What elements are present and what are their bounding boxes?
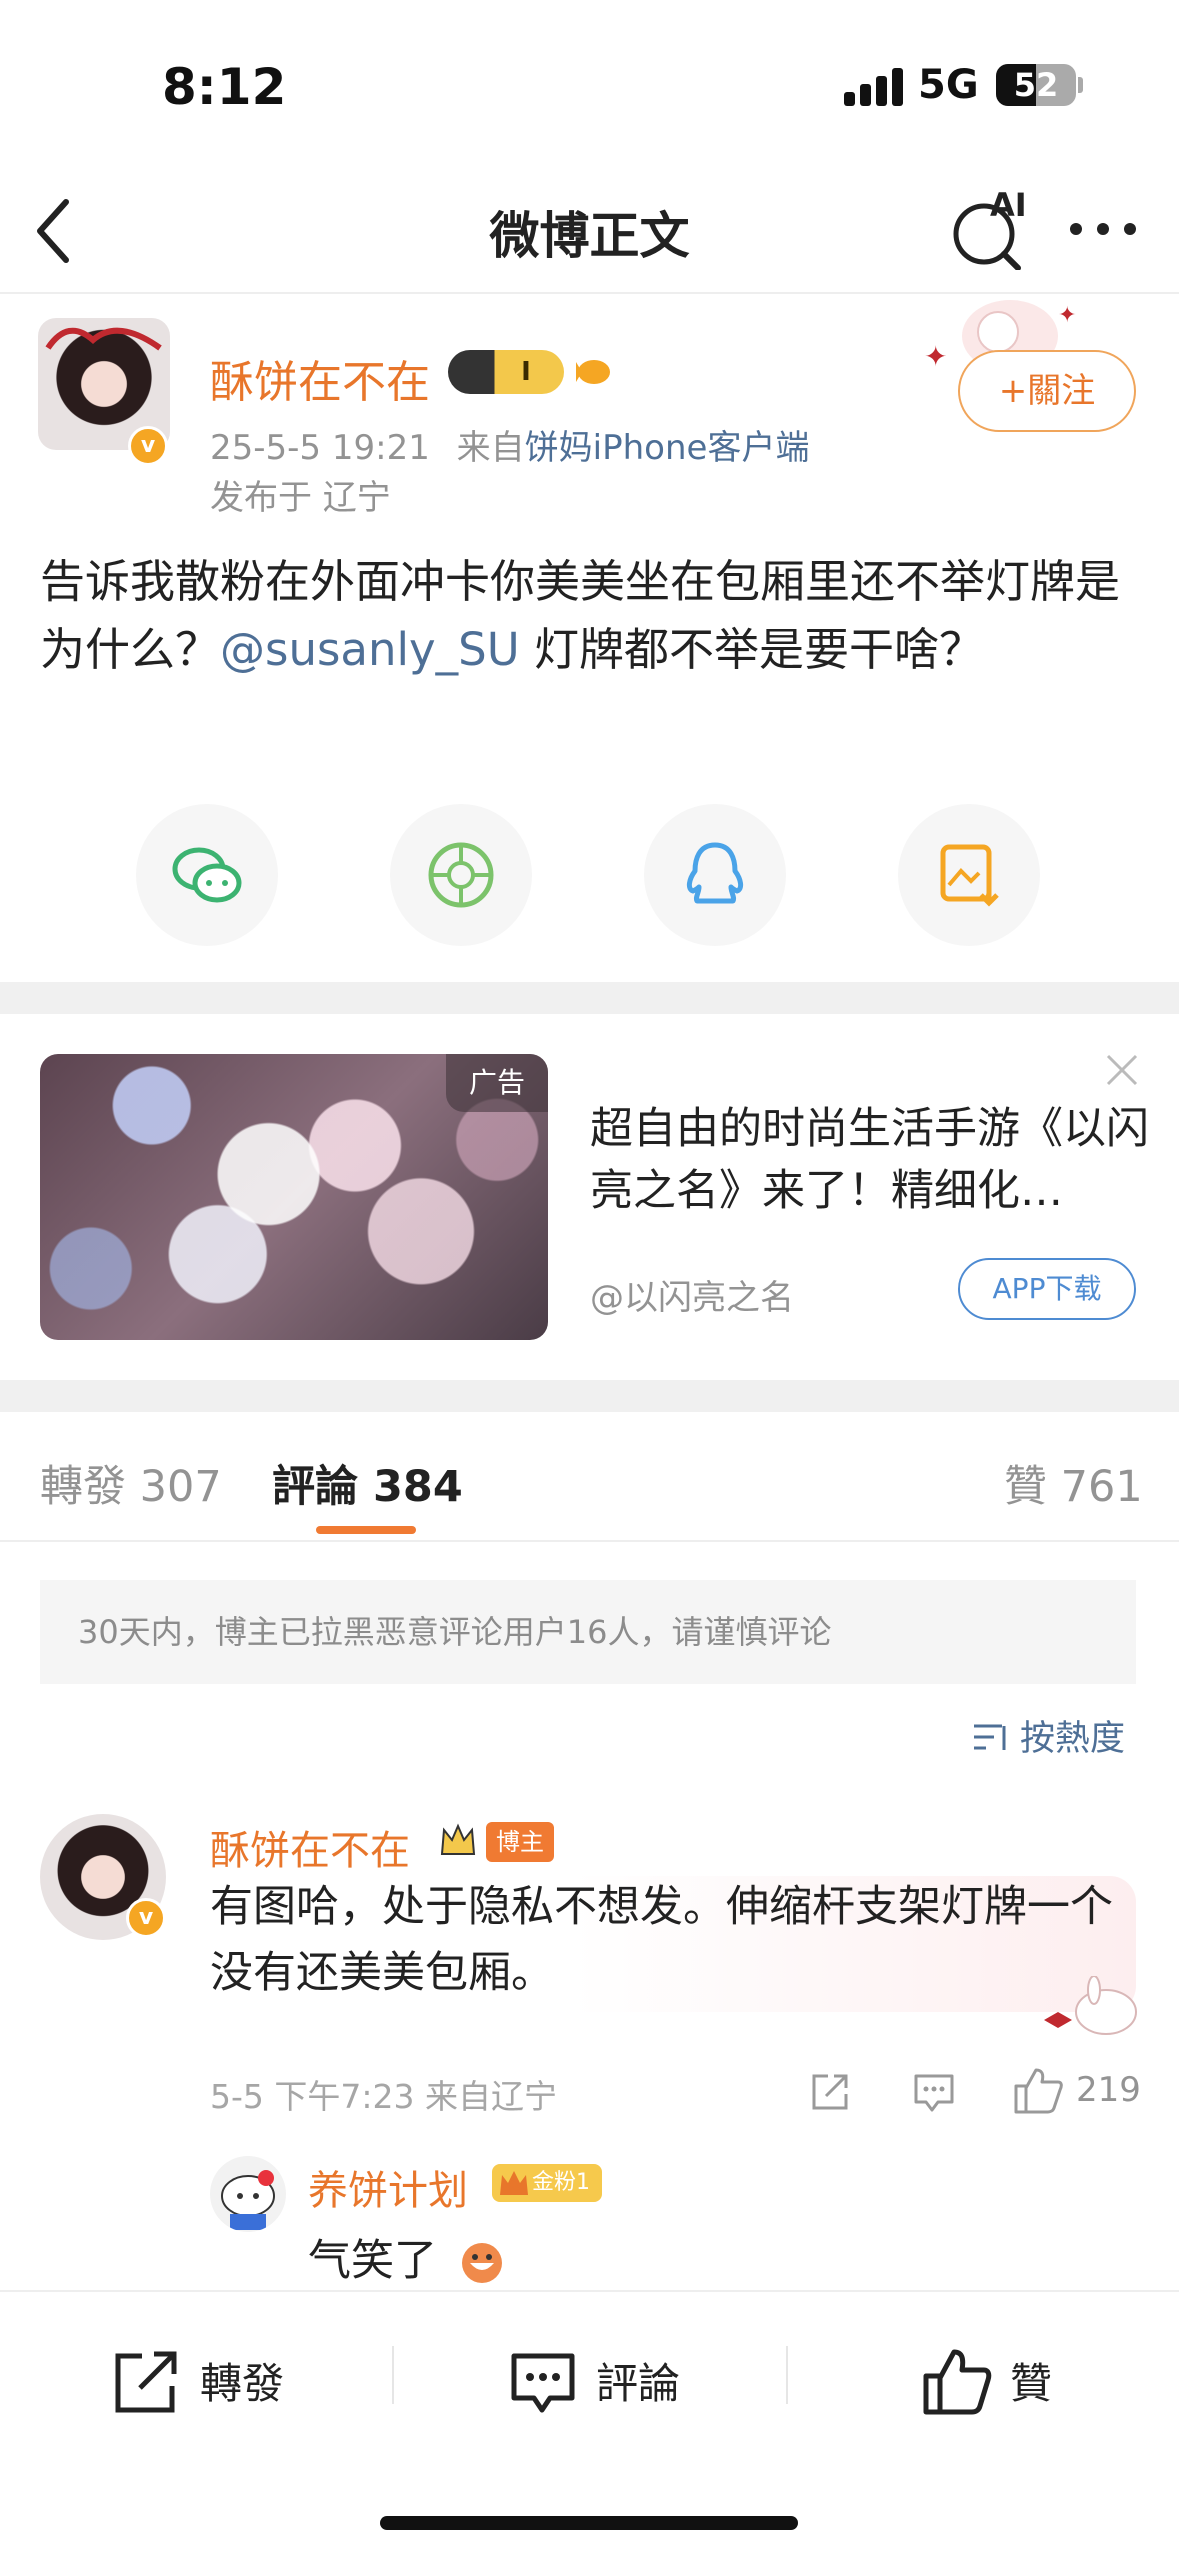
comment-icon xyxy=(511,2353,575,2413)
ai-search-button[interactable]: AI xyxy=(950,186,1030,271)
section-separator xyxy=(0,982,1179,1014)
tab-repost-label: 轉發 xyxy=(40,1462,126,1512)
share-qq-button[interactable] xyxy=(644,804,786,946)
bottom-repost-label: 轉發 xyxy=(200,2359,285,2408)
svg-text:✦: ✦ xyxy=(1058,303,1076,328)
bottom-bar-divider xyxy=(0,2290,1179,2292)
sort-button[interactable]: 按熱度 xyxy=(972,1710,1125,1761)
reply-text-content: 气笑了 xyxy=(308,2236,437,2286)
bunny-sticker xyxy=(1044,1976,1137,2035)
comment-reply-button[interactable] xyxy=(912,2070,956,2114)
qq-icon xyxy=(686,842,744,904)
share-moments-button[interactable] xyxy=(390,804,532,946)
verified-badge: v xyxy=(128,426,168,466)
post-location: 发布于 辽宁 xyxy=(210,478,391,518)
tab-like-count: 761 xyxy=(1060,1462,1143,1512)
tab-like[interactable]: 贊 761 xyxy=(1004,1452,1143,1514)
signal-icon xyxy=(844,66,904,106)
battery-icon: 52 xyxy=(996,64,1076,106)
tab-comment-count: 384 xyxy=(372,1462,463,1512)
comment-share-button[interactable] xyxy=(808,2070,852,2114)
save-image-icon xyxy=(940,844,999,907)
repost-icon xyxy=(115,2351,177,2413)
source-prefix: 来自 xyxy=(456,428,525,468)
follow-button[interactable]: +關注 xyxy=(958,350,1136,432)
tab-repost[interactable]: 轉發 307 xyxy=(40,1452,222,1514)
comment-like-button[interactable] xyxy=(1012,2064,1064,2116)
bottom-divider xyxy=(392,2346,394,2404)
comment-username[interactable]: 酥饼在不在 xyxy=(210,1818,410,1876)
share-icon xyxy=(812,2074,848,2110)
ad-handle[interactable]: @以闪亮之名 xyxy=(590,1270,794,1319)
network-type: 5G xyxy=(918,62,979,108)
verified-badge: v xyxy=(126,1898,166,1938)
member-level: I xyxy=(521,357,531,387)
tab-like-label: 贊 xyxy=(1004,1462,1047,1512)
svg-text:✦: ✦ xyxy=(924,340,947,373)
fan-badge: 金粉1 xyxy=(492,2164,602,2202)
post-meta: 25-5-5 19:21 来自饼妈iPhone客户端 xyxy=(210,420,809,469)
bottom-repost-button[interactable]: 轉發 xyxy=(112,2344,284,2424)
comment-text: 有图哈，处于隐私不想发。伸缩杆支架灯牌一个没有还美美包厢。 xyxy=(210,1882,1113,1998)
ai-label: AI xyxy=(990,186,1027,224)
moments-icon xyxy=(428,842,494,908)
nav-divider xyxy=(0,292,1179,294)
crown-icon xyxy=(440,1823,476,1855)
wechat-icon xyxy=(172,847,242,903)
bottom-like-button[interactable]: 贊 xyxy=(922,2344,1052,2424)
fan-badge-label: 金粉1 xyxy=(532,2170,590,2195)
reply-avatar[interactable] xyxy=(210,2156,286,2232)
thumbs-up-icon xyxy=(923,2349,992,2415)
crown-icon xyxy=(500,2171,528,2195)
post-body: 告诉我散粉在外面冲卡你美美坐在包厢里还不举灯牌是为什么？@susanly_SU … xyxy=(40,548,1140,684)
more-dots-icon xyxy=(1070,223,1136,235)
tabs-divider xyxy=(0,1540,1179,1542)
bottom-divider xyxy=(786,2346,788,2404)
sort-label: 按熱度 xyxy=(1020,1719,1126,1759)
bow-decoration xyxy=(45,327,162,351)
bottom-like-label: 贊 xyxy=(1010,2359,1053,2408)
ad-close-button[interactable] xyxy=(1102,1050,1142,1090)
bottom-comment-label: 評論 xyxy=(596,2359,681,2408)
share-wechat-button[interactable] xyxy=(136,804,278,946)
battery-level: 52 xyxy=(1013,66,1059,104)
comment-icon xyxy=(914,2074,954,2112)
fish-icon xyxy=(576,360,610,384)
reply-username[interactable]: 养饼计划 xyxy=(308,2158,468,2216)
reply-text: 气笑了 xyxy=(308,2226,507,2288)
close-icon xyxy=(1106,1054,1138,1086)
ad-tag: 广告 xyxy=(446,1054,548,1112)
tab-repost-count: 307 xyxy=(139,1462,222,1512)
post-source[interactable]: 饼妈iPhone客户端 xyxy=(525,428,810,468)
mention-link[interactable]: @susanly_SU xyxy=(220,623,520,676)
tab-comment-label: 評論 xyxy=(272,1462,358,1512)
more-button[interactable] xyxy=(1068,214,1138,244)
thumbs-up-icon xyxy=(1014,2068,1063,2114)
home-indicator xyxy=(380,2516,798,2530)
host-badge: 博主 xyxy=(486,1822,554,1862)
active-tab-indicator xyxy=(316,1526,416,1534)
app-download-button[interactable]: APP下载 xyxy=(958,1258,1136,1320)
ad-title[interactable]: 超自由的时尚生活手游《以闪亮之名》来了！精细化… xyxy=(590,1098,1150,1222)
section-separator xyxy=(0,1380,1179,1412)
bottom-comment-button[interactable]: 評論 xyxy=(508,2344,680,2424)
status-time: 8:12 xyxy=(162,58,287,116)
member-badge[interactable]: I xyxy=(448,350,564,394)
comment-meta: 5-5 下午7:23 来自辽宁 xyxy=(210,2077,557,2116)
battery-tip xyxy=(1078,77,1083,93)
save-image-button[interactable] xyxy=(898,804,1040,946)
tab-comment[interactable]: 評論 384 xyxy=(272,1452,463,1514)
post-timestamp: 25-5-5 19:21 xyxy=(210,428,430,468)
laugh-emoji-icon xyxy=(461,2243,502,2283)
author-name[interactable]: 酥饼在不在 xyxy=(210,346,430,410)
block-notice: 30天内，博主已拉黑恶意评论用户16人，请谨慎评论 xyxy=(40,1580,1136,1684)
sort-icon xyxy=(974,1724,1006,1750)
post-text-part2: 灯牌都不举是要干啥？ xyxy=(519,623,984,676)
hello-kitty-avatar xyxy=(221,2170,275,2230)
comment-like-count: 219 xyxy=(1076,2070,1141,2110)
